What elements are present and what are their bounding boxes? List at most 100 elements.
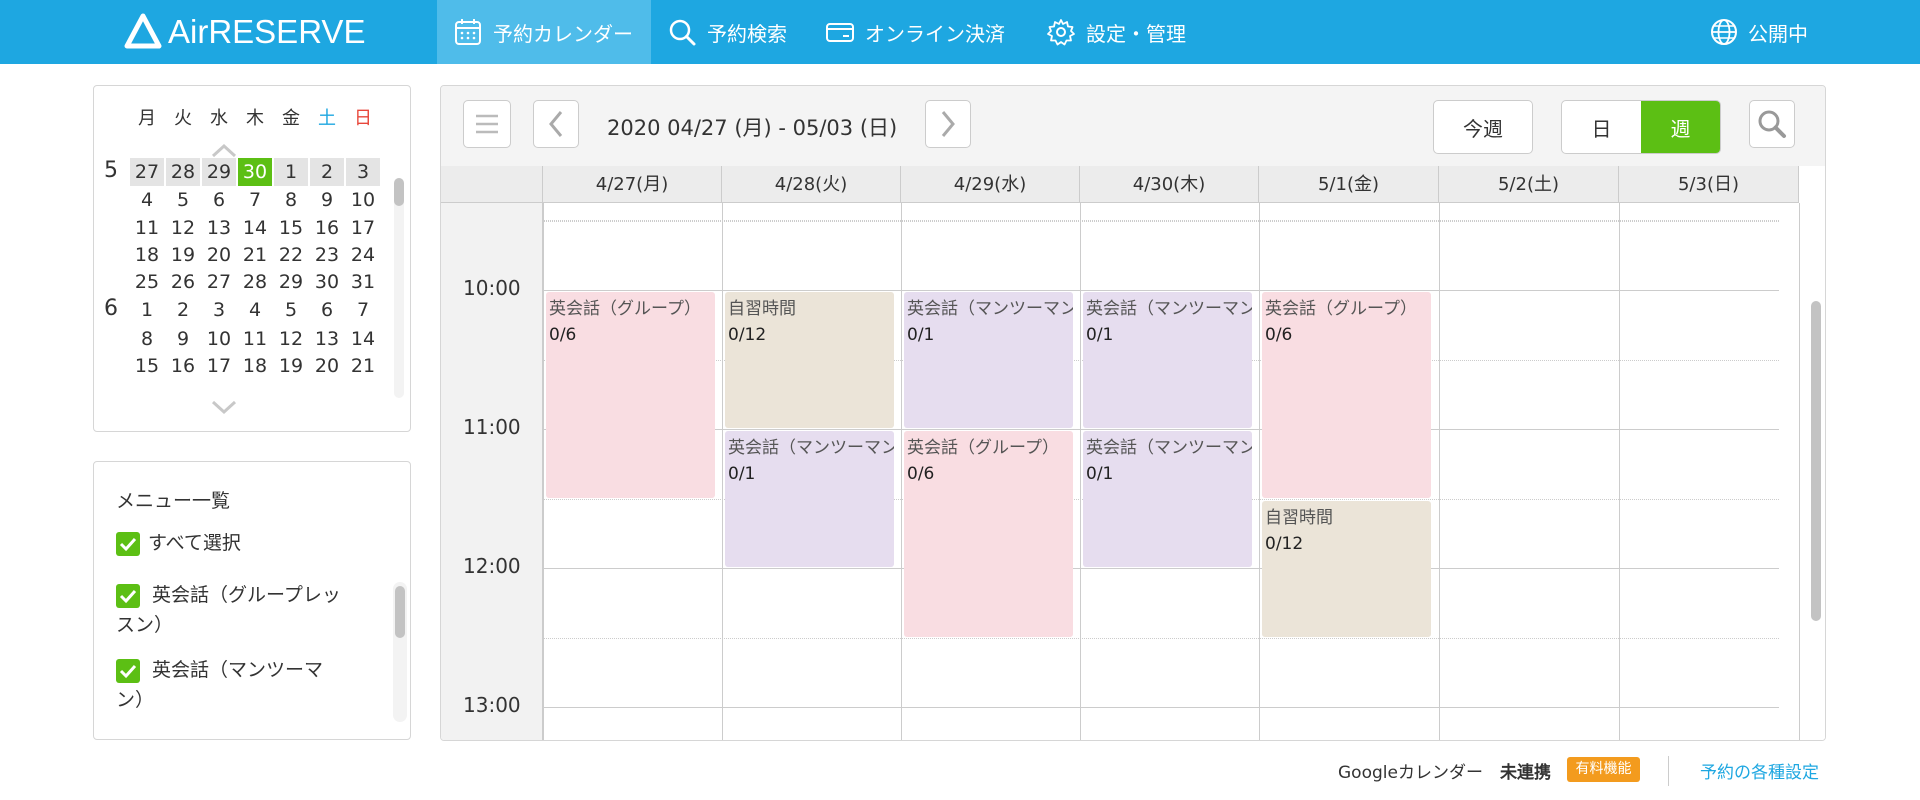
menu-item-label-cont[interactable]: ン） <box>116 685 154 715</box>
mini-calendar-day[interactable]: 2 <box>166 296 200 324</box>
mini-calendar-day[interactable]: 16 <box>166 352 200 380</box>
mini-calendar-day[interactable]: 17 <box>202 352 236 380</box>
calendar-search-button[interactable] <box>1749 100 1795 148</box>
view-day-button[interactable]: 日 <box>1562 101 1641 153</box>
calendar-scroll-thumb[interactable] <box>1811 301 1821 621</box>
mini-calendar-day[interactable]: 13 <box>202 214 236 242</box>
mini-calendar-day[interactable]: 4 <box>130 186 164 214</box>
mini-calendar-day[interactable]: 7 <box>346 296 380 324</box>
next-week-button[interactable] <box>925 100 971 148</box>
mini-calendar-day[interactable]: 21 <box>238 241 272 269</box>
menu-toggle-button[interactable] <box>463 100 511 148</box>
reservation-event[interactable]: 英会話（マンツーマン） 0/1 <box>725 431 894 567</box>
reservation-event[interactable]: 英会話（マンツーマン） 0/1 <box>1083 292 1252 428</box>
mini-calendar-day[interactable]: 15 <box>274 214 308 242</box>
select-all-label[interactable]: すべて選択 <box>148 528 241 558</box>
mini-calendar-scroll-thumb[interactable] <box>394 178 404 206</box>
mini-calendar-day[interactable]: 31 <box>346 268 380 296</box>
mini-calendar-day[interactable]: 14 <box>238 214 272 242</box>
mini-calendar-day[interactable]: 26 <box>166 268 200 296</box>
mini-calendar-day[interactable]: 2 <box>310 158 344 186</box>
mini-calendar-day[interactable]: 9 <box>166 325 200 353</box>
mini-calendar-day[interactable]: 20 <box>310 352 344 380</box>
mini-calendar-day[interactable]: 1 <box>130 296 164 324</box>
mini-calendar-day[interactable]: 1 <box>274 158 308 186</box>
mini-calendar-day[interactable]: 3 <box>202 296 236 324</box>
nav-settings[interactable]: 設定・管理 <box>1030 0 1202 64</box>
mini-calendar-day[interactable]: 27 <box>130 158 164 186</box>
this-week-button[interactable]: 今週 <box>1433 100 1533 154</box>
mini-calendar-day[interactable]: 10 <box>346 186 380 214</box>
mini-calendar-day[interactable]: 20 <box>202 241 236 269</box>
nav-online-payment[interactable]: オンライン決済 <box>809 0 1021 64</box>
mini-calendar-day[interactable]: 11 <box>130 214 164 242</box>
mini-calendar-day[interactable]: 8 <box>130 325 164 353</box>
mini-calendar-day[interactable]: 14 <box>346 325 380 353</box>
menu-item-checkbox[interactable] <box>116 659 140 683</box>
mini-calendar-day[interactable]: 11 <box>238 325 272 353</box>
reservation-event[interactable]: 英会話（グループ） 0/6 <box>904 431 1073 637</box>
mini-calendar-day[interactable]: 10 <box>202 325 236 353</box>
chevron-up-icon[interactable] <box>209 140 239 160</box>
day-column-header[interactable]: 5/3(日) <box>1619 166 1799 203</box>
menu-item-label-cont[interactable]: スン） <box>116 610 173 640</box>
mini-calendar-day[interactable]: 18 <box>238 352 272 380</box>
mini-calendar-day[interactable]: 25 <box>130 268 164 296</box>
mini-calendar-day[interactable]: 15 <box>130 352 164 380</box>
mini-calendar-day[interactable]: 3 <box>346 158 380 186</box>
reservation-event[interactable]: 英会話（グループ） 0/6 <box>1262 292 1431 498</box>
day-column-header[interactable]: 4/29(水) <box>901 166 1080 203</box>
mini-calendar-day[interactable]: 5 <box>274 296 308 324</box>
mini-calendar-day[interactable]: 21 <box>346 352 380 380</box>
menu-list-scroll-thumb[interactable] <box>395 586 405 638</box>
mini-calendar-day[interactable]: 5 <box>166 186 200 214</box>
publish-status[interactable]: 公開中 <box>1710 0 1808 64</box>
mini-calendar-day[interactable]: 30 <box>310 268 344 296</box>
mini-calendar-day[interactable]: 6 <box>310 296 344 324</box>
mini-calendar-day[interactable]: 19 <box>274 352 308 380</box>
logo[interactable]: AirRESERVE <box>124 12 365 52</box>
select-all-checkbox[interactable] <box>116 532 140 556</box>
mini-calendar-day[interactable]: 6 <box>202 186 236 214</box>
mini-calendar-scrollbar[interactable] <box>394 178 404 398</box>
mini-calendar-day[interactable]: 30 <box>238 158 272 186</box>
day-column-header[interactable]: 5/1(金) <box>1259 166 1439 203</box>
mini-calendar-day[interactable]: 29 <box>274 268 308 296</box>
mini-calendar-day[interactable]: 7 <box>238 186 272 214</box>
mini-calendar-day[interactable]: 13 <box>310 325 344 353</box>
chevron-down-icon[interactable] <box>209 398 239 418</box>
day-column-header[interactable]: 4/28(火) <box>722 166 901 203</box>
mini-calendar-day[interactable]: 12 <box>274 325 308 353</box>
mini-calendar-day[interactable]: 22 <box>274 241 308 269</box>
reservation-event[interactable]: 英会話（グループ） 0/6 <box>546 292 715 498</box>
mini-calendar-day[interactable]: 29 <box>202 158 236 186</box>
mini-calendar-day[interactable]: 23 <box>310 241 344 269</box>
mini-calendar-day[interactable]: 18 <box>130 241 164 269</box>
mini-calendar-day[interactable]: 28 <box>166 158 200 186</box>
mini-calendar-day[interactable]: 28 <box>238 268 272 296</box>
mini-calendar-day[interactable]: 19 <box>166 241 200 269</box>
reservation-event[interactable]: 英会話（マンツーマン） 0/1 <box>904 292 1073 428</box>
reservation-event[interactable]: 自習時間 0/12 <box>1262 500 1431 637</box>
view-week-button[interactable]: 週 <box>1641 101 1720 153</box>
mini-calendar-day[interactable]: 4 <box>238 296 272 324</box>
menu-item-checkbox[interactable] <box>116 584 140 608</box>
mini-calendar-day[interactable]: 16 <box>310 214 344 242</box>
reservation-settings-link[interactable]: 予約の各種設定 <box>1700 758 1819 783</box>
reservation-event[interactable]: 自習時間 0/12 <box>725 292 894 428</box>
mini-calendar-day[interactable]: 17 <box>346 214 380 242</box>
mini-calendar-day[interactable]: 8 <box>274 186 308 214</box>
day-column-header[interactable]: 4/27(月) <box>543 166 722 203</box>
mini-calendar-day[interactable]: 12 <box>166 214 200 242</box>
nav-reservation-search[interactable]: 予約検索 <box>651 0 803 64</box>
nav-reservation-calendar[interactable]: 予約カレンダー <box>437 0 651 64</box>
menu-item-label[interactable]: 英会話（グループレッ <box>152 580 341 610</box>
day-column-header[interactable]: 5/2(土) <box>1439 166 1619 203</box>
reservation-event[interactable]: 英会話（マンツーマン） 0/1 <box>1083 431 1252 567</box>
mini-calendar-day[interactable]: 9 <box>310 186 344 214</box>
mini-calendar-day[interactable]: 24 <box>346 241 380 269</box>
day-column-header[interactable]: 4/30(木) <box>1080 166 1259 203</box>
menu-item-label[interactable]: 英会話（マンツーマ <box>152 655 323 685</box>
mini-calendar-day[interactable]: 27 <box>202 268 236 296</box>
prev-week-button[interactable] <box>533 100 579 148</box>
